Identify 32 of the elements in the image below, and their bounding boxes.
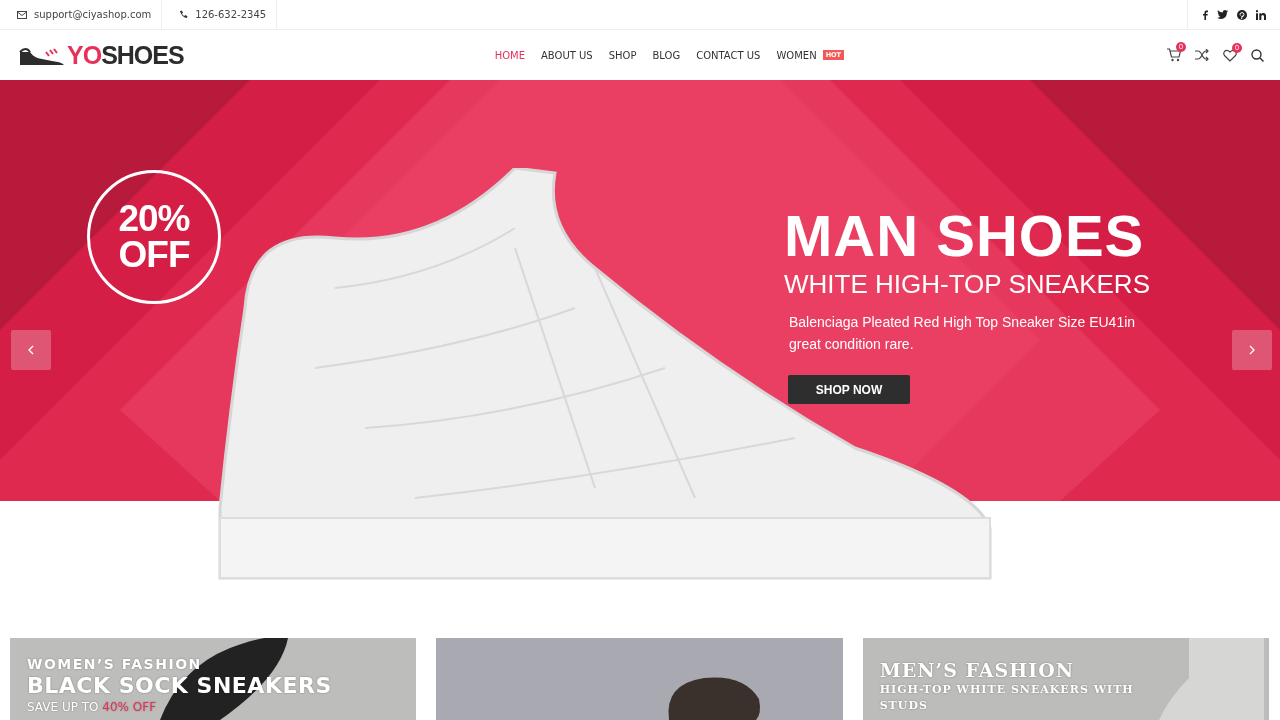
- nav-link[interactable]: BLOG: [652, 49, 681, 61]
- chevron-right-icon: [1249, 345, 1255, 355]
- hero-subtitle: WHITE HIGH-TOP SNEAKERS: [784, 268, 1151, 301]
- shop-now-button[interactable]: SHOP NOW: [788, 375, 910, 404]
- promo-card[interactable]: [436, 638, 843, 720]
- pinterest-icon[interactable]: [1237, 9, 1247, 20]
- cart-icon[interactable]: [1167, 48, 1181, 62]
- linkedin-icon[interactable]: [1256, 9, 1266, 20]
- mail-icon: [17, 10, 27, 19]
- twitter-icon[interactable]: [1217, 10, 1228, 19]
- email-text: support@ciyashop.com: [34, 9, 152, 20]
- search-icon[interactable]: [1251, 48, 1264, 62]
- nav-link[interactable]: ABOUT US: [541, 49, 593, 61]
- facebook-icon[interactable]: [1202, 9, 1208, 20]
- heart-icon[interactable]: [1223, 48, 1237, 62]
- discount-value: 20%: [118, 201, 190, 237]
- shuffle-icon[interactable]: [1195, 49, 1209, 61]
- promo-eyebrow: WOMEN’S FASHION: [27, 656, 203, 673]
- hero-title: MAN SHOES: [784, 205, 1146, 267]
- promo-eyebrow: MEN’S FASHION: [879, 658, 1076, 682]
- logo-wordmark[interactable]: YOSHOES: [67, 42, 184, 68]
- nav-link[interactable]: CONTACT US: [696, 49, 761, 61]
- phone-icon: [179, 10, 189, 19]
- hero-description: Balenciaga Pleated Red High Top Sneaker Size EU41in great condition rare.: [789, 313, 1137, 354]
- nav-link[interactable]: HOME: [494, 49, 525, 61]
- promo-offer: SAVE UP TO 40% OFF: [27, 699, 158, 715]
- phone-text: 126-632-2345: [195, 9, 267, 20]
- promo-title: HIGH-TOP WHITE SNEAKERS WITH STUDS: [879, 682, 1135, 714]
- chevron-left-icon: [28, 345, 34, 355]
- discount-label: OFF: [118, 237, 190, 273]
- nav-link[interactable]: WOMEN: [776, 49, 817, 61]
- nav-link[interactable]: SHOP: [608, 49, 637, 61]
